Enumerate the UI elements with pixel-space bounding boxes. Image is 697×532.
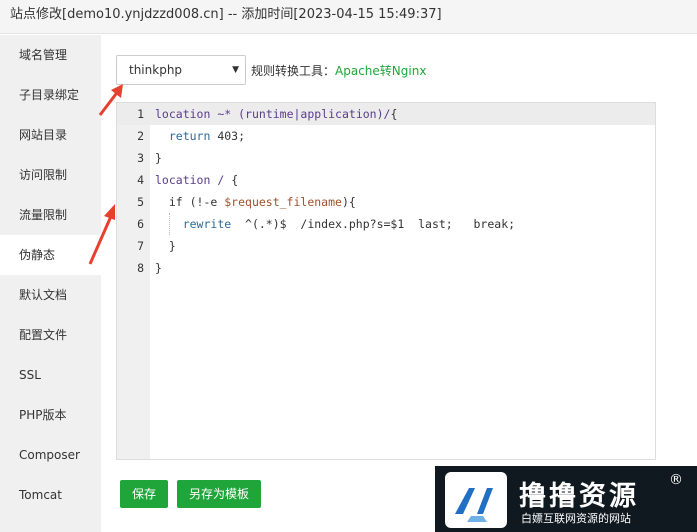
line-code: location ~* (runtime|application)/{ bbox=[155, 107, 398, 121]
sidebar-item-default-doc[interactable]: 默认文档 bbox=[0, 275, 101, 315]
indent-guide bbox=[169, 213, 170, 235]
line-number: 6 bbox=[137, 217, 144, 231]
logo-mark-icon bbox=[445, 472, 507, 528]
sidebar-item-rewrite[interactable]: 伪静态 bbox=[0, 235, 101, 275]
line-number: 1 bbox=[137, 107, 144, 121]
line-number: 3 bbox=[137, 151, 144, 165]
line-code: } bbox=[155, 261, 162, 275]
code-line[interactable]: 6 rewrite ^(.*)$ /index.php?s=$1 last; b… bbox=[117, 213, 655, 235]
rewrite-template-select[interactable]: thinkphp ▼ bbox=[116, 55, 246, 85]
sidebar-item-composer[interactable]: Composer bbox=[0, 435, 101, 475]
logo-tagline: 白嫖互联网资源的网站 bbox=[521, 512, 631, 525]
caret-down-icon: ▼ bbox=[232, 65, 239, 75]
line-number: 8 bbox=[137, 261, 144, 275]
logo-title: 撸撸资源 bbox=[519, 481, 639, 512]
line-code: location / { bbox=[155, 173, 239, 187]
line-number: 5 bbox=[137, 195, 144, 209]
line-code: } bbox=[155, 239, 176, 253]
line-code: rewrite ^(.*)$ /index.php?s=$1 last; bre… bbox=[182, 217, 516, 231]
code-line[interactable]: 3} bbox=[117, 147, 655, 169]
sidebar-item-config-file[interactable]: 配置文件 bbox=[0, 315, 101, 355]
code-line[interactable]: 8} bbox=[117, 257, 655, 279]
save-button[interactable]: 保存 bbox=[120, 480, 169, 508]
line-code: return 403; bbox=[168, 129, 246, 143]
code-line[interactable]: 4 location / { bbox=[117, 169, 655, 191]
rewrite-panel: thinkphp ▼ 规则转换工具：Apache转Nginx 1 location… bbox=[101, 35, 697, 532]
sidebar-item-access-limit[interactable]: 访问限制 bbox=[0, 155, 101, 195]
window-title: 站点修改[demo10.ynjdzzd008.cn] -- 添加时间[2023-… bbox=[0, 0, 697, 34]
sidebar: 域名管理 子目录绑定 网站目录 访问限制 流量限制 伪静态 默认文档 配置文件 … bbox=[0, 35, 101, 532]
code-editor[interactable]: 1 location ~* (runtime|application)/{ 2 re… bbox=[116, 102, 656, 460]
sidebar-item-subdirectory[interactable]: 子目录绑定 bbox=[0, 75, 101, 115]
sidebar-item-domain[interactable]: 域名管理 bbox=[0, 35, 101, 75]
conversion-tool: 规则转换工具：Apache转Nginx bbox=[251, 62, 426, 79]
sidebar-item-traffic-limit[interactable]: 流量限制 bbox=[0, 195, 101, 235]
sidebar-item-ssl[interactable]: SSL bbox=[0, 355, 101, 395]
watermark-logo: 撸撸资源 ® 白嫖互联网资源的网站 bbox=[435, 466, 697, 532]
apache-to-nginx-link[interactable]: Apache转Nginx bbox=[335, 64, 426, 78]
sidebar-item-tomcat[interactable]: Tomcat bbox=[0, 475, 101, 515]
sidebar-item-php-version[interactable]: PHP版本 bbox=[0, 395, 101, 435]
conversion-tool-label: 规则转换工具： bbox=[251, 64, 336, 78]
select-value: thinkphp bbox=[129, 63, 183, 77]
save-as-template-button[interactable]: 另存为模板 bbox=[177, 480, 262, 508]
code-line[interactable]: 5 if (!-e $request_filename){ bbox=[117, 191, 655, 213]
code-line[interactable]: 1 location ~* (runtime|application)/{ bbox=[117, 103, 655, 125]
code-line[interactable]: 2 return 403; bbox=[117, 125, 655, 147]
line-code: } bbox=[155, 151, 162, 165]
code-line[interactable]: 7 } bbox=[117, 235, 655, 257]
line-number: 7 bbox=[137, 239, 144, 253]
line-code: if (!-e $request_filename){ bbox=[155, 195, 356, 209]
logo-registered-mark: ® bbox=[669, 472, 683, 488]
line-number: 2 bbox=[137, 129, 144, 143]
line-number: 4 bbox=[137, 173, 144, 187]
sidebar-item-site-directory[interactable]: 网站目录 bbox=[0, 115, 101, 155]
